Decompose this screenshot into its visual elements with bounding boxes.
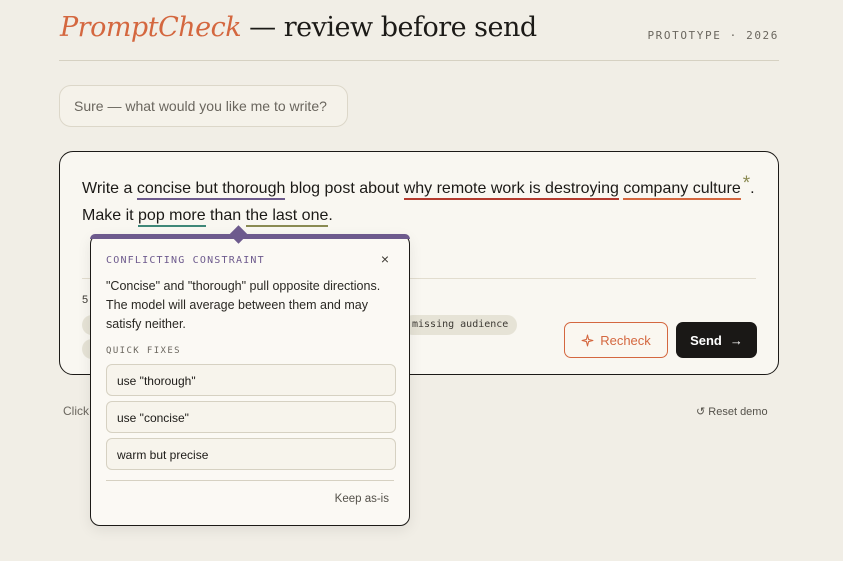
popover-heading: CONFLICTING CONSTRAINT — [106, 255, 265, 266]
issue-popover: CONFLICTING CONSTRAINT × "Concise" and "… — [90, 225, 410, 526]
highlight-conflicting-constraint[interactable]: concise but thorough — [136, 180, 286, 200]
assistant-message: Sure — what would you like me to write? — [59, 85, 348, 127]
page-title: PromptCheck — review before send — [60, 12, 537, 43]
reset-demo-link[interactable]: ↺ Reset demo — [696, 405, 768, 418]
issue-chip-missing-audience[interactable]: missing audience — [403, 315, 518, 335]
close-icon[interactable]: × — [377, 251, 393, 267]
sparkle-icon — [581, 334, 594, 346]
popover-divider — [106, 480, 394, 481]
title-subtitle: — review before send — [241, 12, 537, 43]
popover-description: "Concise" and "thorough" pull opposite d… — [106, 279, 381, 331]
page-header: PromptCheck — review before send PROTOTY… — [59, 0, 779, 61]
send-button[interactable]: Send → — [676, 322, 757, 358]
arrow-right-icon: → — [729, 332, 743, 348]
popover-accent-bar — [90, 234, 410, 239]
prompt-segment: blog post about — [285, 180, 404, 197]
recheck-label: Recheck — [600, 332, 651, 348]
highlight-vague-term[interactable]: company culture — [623, 180, 741, 200]
quick-fix-button[interactable]: warm but precise — [106, 438, 396, 470]
send-label: Send — [690, 332, 722, 348]
footer-hint: Click — [63, 404, 89, 418]
quick-fixes-heading: QUICK FIXES — [106, 346, 182, 356]
quick-fix-button[interactable]: use "concise" — [106, 401, 396, 433]
highlight-missing-context[interactable]: the last one — [245, 207, 329, 227]
brand-name: PromptCheck — [60, 12, 242, 43]
prototype-tagline: PROTOTYPE · 2026 — [647, 29, 779, 42]
prompt-segment: Write a — [82, 180, 137, 197]
highlight-subjective-term[interactable]: pop more — [138, 207, 206, 227]
prompt-segment: . — [328, 207, 333, 224]
prompt-segment: than — [205, 207, 246, 224]
recheck-button[interactable]: Recheck — [564, 322, 668, 358]
highlight-loaded-framing[interactable]: why remote work is destroying — [403, 180, 619, 200]
quick-fix-button[interactable]: use "thorough" — [106, 364, 396, 396]
keep-as-is-button[interactable]: Keep as-is — [335, 493, 389, 505]
missing-info-marker[interactable]: * — [743, 173, 750, 194]
prompt-text[interactable]: Write a concise but thorough blog post a… — [82, 173, 762, 229]
issue-count: 5 — [82, 294, 89, 306]
